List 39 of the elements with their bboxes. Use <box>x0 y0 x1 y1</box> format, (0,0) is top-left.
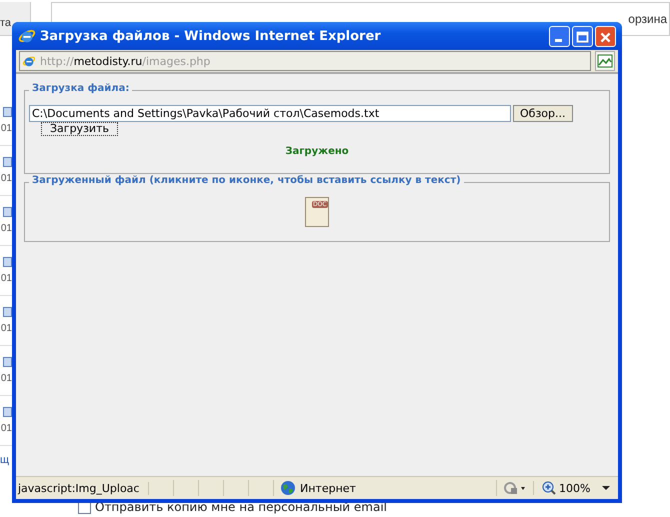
tab-label[interactable]: та <box>0 17 12 29</box>
message-icon[interactable] <box>3 307 12 317</box>
cart-link[interactable]: орзина <box>628 13 667 26</box>
message-icon[interactable] <box>3 257 12 267</box>
message-icon[interactable] <box>3 357 12 367</box>
minimize-button[interactable] <box>549 26 570 46</box>
globe-icon <box>280 480 296 496</box>
browse-button[interactable]: Обзор... <box>513 105 572 122</box>
address-field[interactable]: http://metodisty.ru/images.php <box>19 51 591 71</box>
close-button[interactable] <box>595 26 616 46</box>
minimize-icon <box>555 38 562 42</box>
dropdown-icon[interactable] <box>602 486 610 490</box>
date-text: 01 <box>0 123 12 134</box>
panel-legend: Загрузка файла: <box>29 83 132 94</box>
browser-logo-icon <box>18 27 36 45</box>
zone-label: Интернет <box>300 482 356 494</box>
zoom-button[interactable]: 100% <box>534 481 592 495</box>
date-text: 01 <box>0 273 12 284</box>
upload-status: Загружено <box>285 146 349 157</box>
status-text: javascript:Img_Uploac <box>16 482 149 494</box>
checkbox-label: Отправить копию мне на персональный email <box>95 500 388 514</box>
message-icon[interactable] <box>3 207 12 217</box>
message-icon[interactable] <box>3 407 12 417</box>
date-text: 01 <box>0 223 12 234</box>
date-text: 01 <box>0 423 12 434</box>
message-icon[interactable] <box>3 107 12 117</box>
date-text: 01 <box>0 323 12 334</box>
date-text: 01 <box>0 173 12 184</box>
zoom-icon <box>542 481 556 495</box>
maximize-button[interactable] <box>572 26 593 46</box>
upload-button[interactable]: Загрузить <box>41 122 118 136</box>
panel-legend: Загруженный файл (кликните по иконке, чтобы вставить ссылку в текст) <box>29 175 464 186</box>
page-icon <box>22 54 36 68</box>
image-button[interactable] <box>595 51 615 71</box>
side-link[interactable]: щ <box>0 454 12 466</box>
date-text: 01 <box>0 373 12 384</box>
message-icon[interactable] <box>3 157 12 167</box>
file-path-field[interactable]: C:\Documents and Settings\Pavka\Рабочий стол\Casemods.txt <box>29 105 511 122</box>
window-title: Загрузка файлов - Windows Internet Explorer <box>40 28 382 44</box>
